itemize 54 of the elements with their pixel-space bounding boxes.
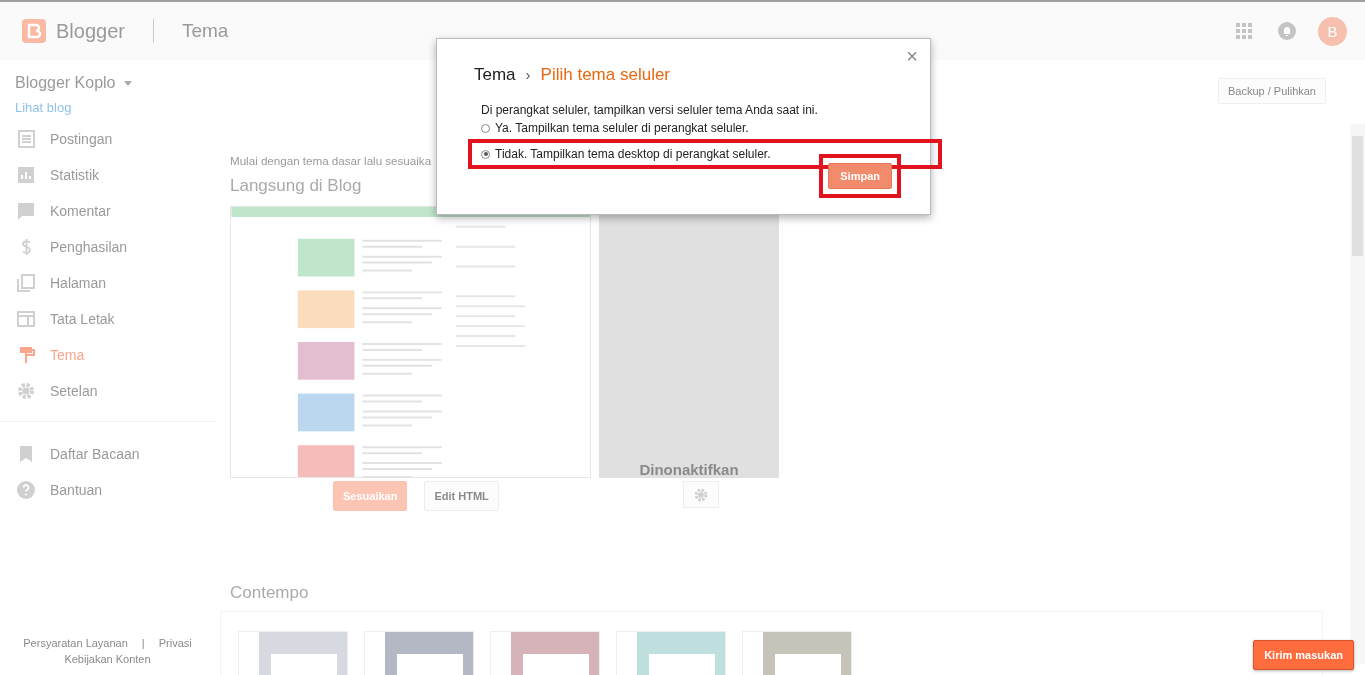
sidebar-item[interactable]: Postingan — [0, 121, 215, 157]
settings-button[interactable] — [682, 481, 719, 508]
blogger-logo-icon — [22, 19, 46, 43]
theme-thumbnail[interactable] — [742, 631, 852, 675]
speech-bubble-icon — [16, 201, 36, 221]
theme-thumbnail[interactable] — [616, 631, 726, 675]
sidebar-item[interactable]: Statistik — [0, 157, 215, 193]
blog-name[interactable]: Blogger Koplo — [15, 74, 116, 92]
feedback-button[interactable]: Kirim masukan — [1253, 640, 1354, 670]
radio-label[interactable]: Tidak. Tampilkan tema desktop di perangkat seluler. — [495, 147, 771, 161]
help-icon — [16, 480, 36, 500]
section-title: Contempo — [230, 583, 310, 603]
settings-icon — [16, 381, 36, 401]
bell-icon[interactable] — [1278, 22, 1296, 40]
intro-text: Mulai dengan tema dasar lalu sesuaika — [230, 154, 432, 167]
sidebar-item[interactable]: Tema — [0, 337, 215, 373]
dialog-title: Pilih tema seluler — [540, 65, 671, 85]
customize-button[interactable]: Sesuaikan — [333, 481, 408, 511]
apps-grid-icon[interactable] — [1236, 23, 1252, 39]
document-list-icon — [16, 129, 36, 149]
backup-restore-button[interactable]: Backup / Pulihkan — [1217, 78, 1326, 104]
footer-link[interactable]: Kebijakan Konten — [64, 653, 151, 665]
save-button[interactable]: Simpan — [828, 163, 892, 189]
edit-html-button[interactable]: Edit HTML — [424, 481, 499, 511]
stacked-pages-icon — [16, 273, 36, 293]
theme-thumbnail[interactable] — [238, 631, 348, 675]
close-button[interactable]: × — [906, 45, 918, 68]
section-title: Langsung di Blog — [230, 176, 362, 196]
dropdown-caret-icon[interactable] — [123, 80, 132, 86]
breadcrumb-separator: › — [525, 66, 531, 83]
separator-text: | — [141, 637, 145, 649]
theme-thumbnail[interactable] — [364, 631, 474, 675]
sidebar-item[interactable]: Tata Letak — [0, 301, 215, 337]
page-title: Tema — [181, 20, 229, 42]
sidebar-item[interactable]: Halaman — [0, 265, 215, 301]
settings-icon — [692, 486, 709, 503]
prompt-text: Di perangkat seluler, tampilkan versi seluler tema Anda saat ini. — [481, 103, 819, 117]
scrollbar[interactable] — [1350, 124, 1365, 664]
app-name[interactable]: Blogger — [56, 19, 125, 43]
bar-chart-icon — [16, 165, 36, 185]
sidebar-item[interactable]: Penghasilan — [0, 229, 215, 265]
sidebar-item[interactable]: Bantuan — [0, 472, 215, 508]
sidebar-item[interactable]: Setelan — [0, 373, 215, 409]
sidebar-item[interactable]: Komentar — [0, 193, 215, 229]
theme-thumbnail[interactable] — [490, 631, 600, 675]
layout-icon — [16, 309, 36, 329]
footer-link[interactable]: Privasi — [158, 637, 192, 649]
avatar[interactable]: B — [1318, 16, 1347, 46]
mobile-status-text: Dinonaktifkan — [639, 461, 739, 478]
radio-label[interactable]: Ya. Tampilkan tema seluler di perangkat seluler. — [495, 121, 749, 135]
breadcrumb-link[interactable]: Tema — [474, 65, 516, 85]
view-blog-link[interactable]: Lihat blog — [15, 100, 72, 115]
footer-link[interactable]: Persyaratan Layanan — [23, 637, 128, 649]
sidebar-item[interactable]: Daftar Bacaan — [0, 436, 215, 472]
